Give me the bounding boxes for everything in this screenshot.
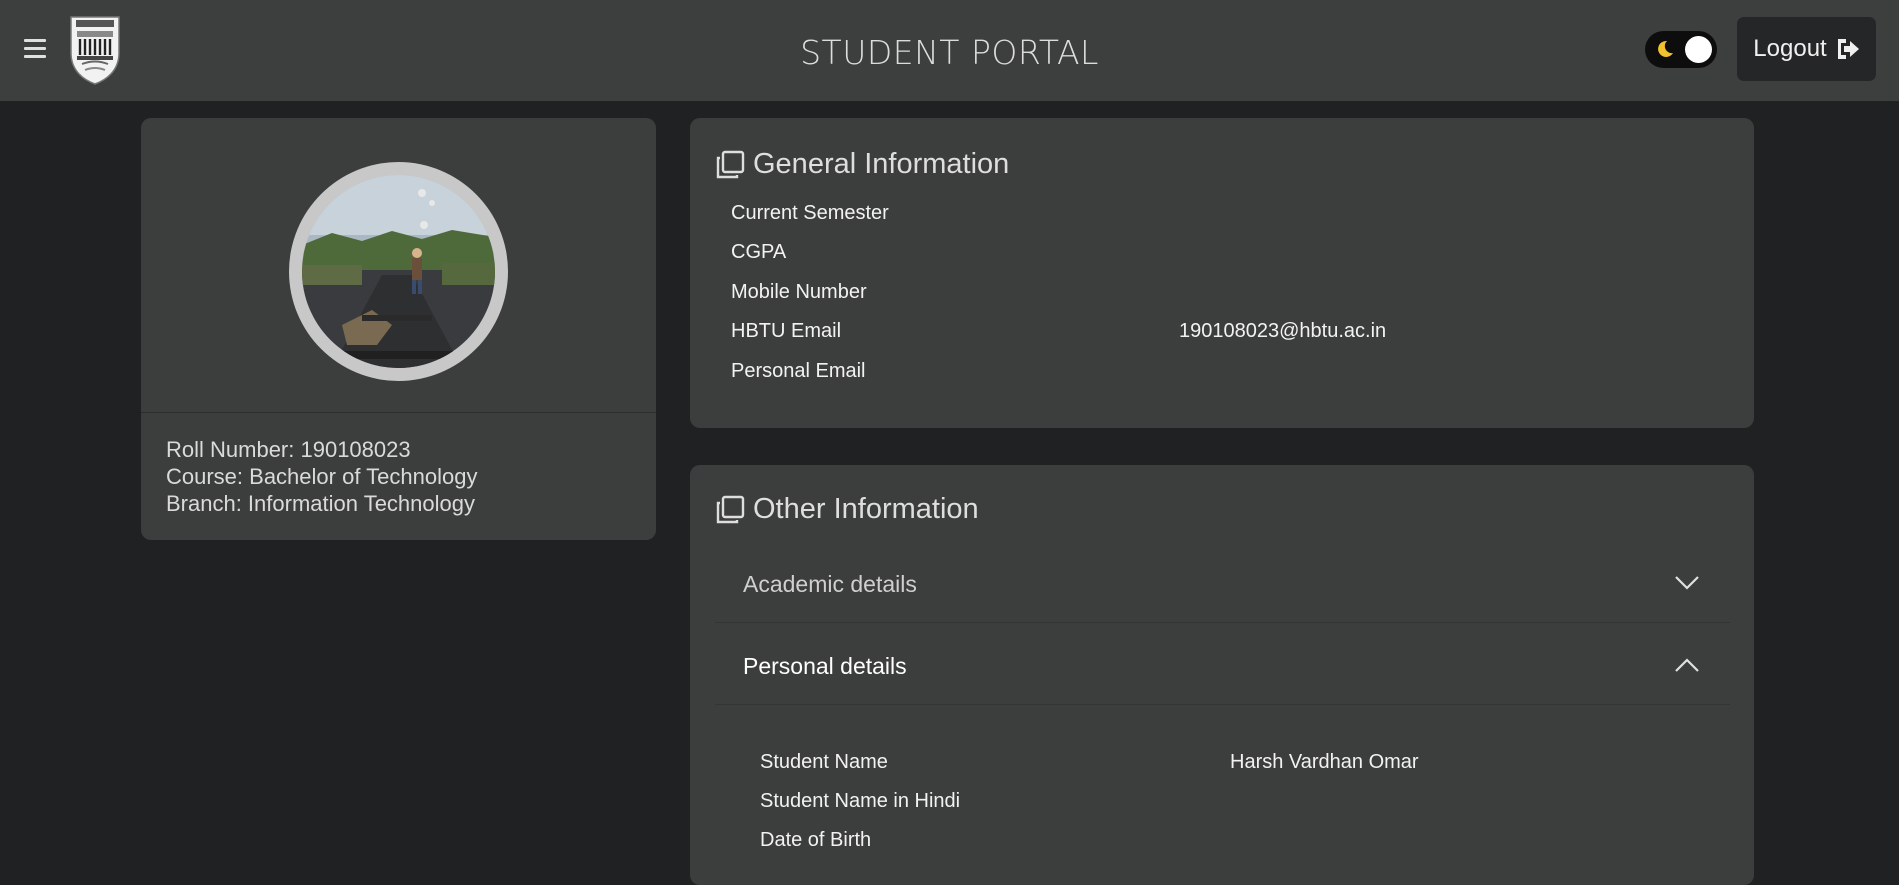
info-row-cgpa: CGPA bbox=[731, 241, 1731, 271]
toggle-knob bbox=[1685, 36, 1712, 63]
copy-icon bbox=[716, 150, 745, 178]
theme-toggle[interactable] bbox=[1645, 31, 1717, 68]
avatar bbox=[302, 175, 495, 368]
info-row-hbtu-email: HBTU Email 190108023@hbtu.ac.in bbox=[731, 320, 1731, 350]
info-label: CGPA bbox=[731, 241, 787, 263]
detail-row-student-name-hindi: Student Name in Hindi bbox=[760, 790, 1740, 820]
detail-row-student-name: Student Name Harsh Vardhan Omar bbox=[760, 751, 1740, 781]
divider bbox=[141, 412, 656, 413]
avatar-frame bbox=[289, 162, 508, 381]
info-value: 190108023@hbtu.ac.in bbox=[1179, 320, 1387, 342]
logout-button[interactable]: Logout bbox=[1737, 17, 1876, 81]
profile-info: Roll Number: 190108023 Course: Bachelor … bbox=[166, 436, 477, 517]
general-information-panel: General Information Current Semester CGP… bbox=[690, 118, 1754, 428]
other-information-title: Other Information bbox=[753, 493, 979, 525]
info-label: Personal Email bbox=[731, 360, 866, 382]
page-title: STUDENT PORTAL bbox=[800, 33, 1099, 72]
info-row-current-semester: Current Semester bbox=[731, 202, 1731, 232]
info-row-personal-email: Personal Email bbox=[731, 360, 1731, 390]
profile-card: Roll Number: 190108023 Course: Bachelor … bbox=[141, 118, 656, 540]
info-row-mobile-number: Mobile Number bbox=[731, 281, 1731, 311]
copy-icon bbox=[716, 495, 745, 523]
general-information-heading: General Information bbox=[715, 148, 1009, 181]
detail-label: Student Name in Hindi bbox=[760, 790, 961, 812]
roll-number: Roll Number: 190108023 bbox=[166, 437, 411, 462]
detail-label: Date of Birth bbox=[760, 829, 872, 851]
other-information-panel: Other Information Academic details Perso… bbox=[690, 465, 1754, 885]
info-label: Current Semester bbox=[731, 202, 889, 224]
chevron-up-icon bbox=[1675, 658, 1699, 672]
accordion-label: Personal details bbox=[743, 653, 907, 679]
branch: Branch: Information Technology bbox=[166, 491, 475, 516]
sign-out-icon bbox=[1837, 39, 1859, 59]
info-label: Mobile Number bbox=[731, 281, 867, 303]
detail-label: Student Name bbox=[760, 751, 888, 773]
top-bar: STUDENT PORTAL Logout bbox=[0, 0, 1899, 101]
detail-value: Harsh Vardhan Omar bbox=[1230, 751, 1419, 773]
accordion-academic-details[interactable]: Academic details bbox=[715, 543, 1730, 623]
accordion-personal-details[interactable]: Personal details bbox=[715, 625, 1730, 705]
logout-label: Logout bbox=[1753, 35, 1827, 62]
course: Course: Bachelor of Technology bbox=[166, 464, 478, 489]
moon-icon bbox=[1658, 40, 1673, 57]
accordion-label: Academic details bbox=[743, 571, 917, 597]
info-label: HBTU Email bbox=[731, 320, 842, 342]
chevron-down-icon bbox=[1675, 576, 1699, 590]
general-information-title: General Information bbox=[753, 148, 1010, 180]
other-information-heading: Other Information bbox=[715, 493, 979, 526]
